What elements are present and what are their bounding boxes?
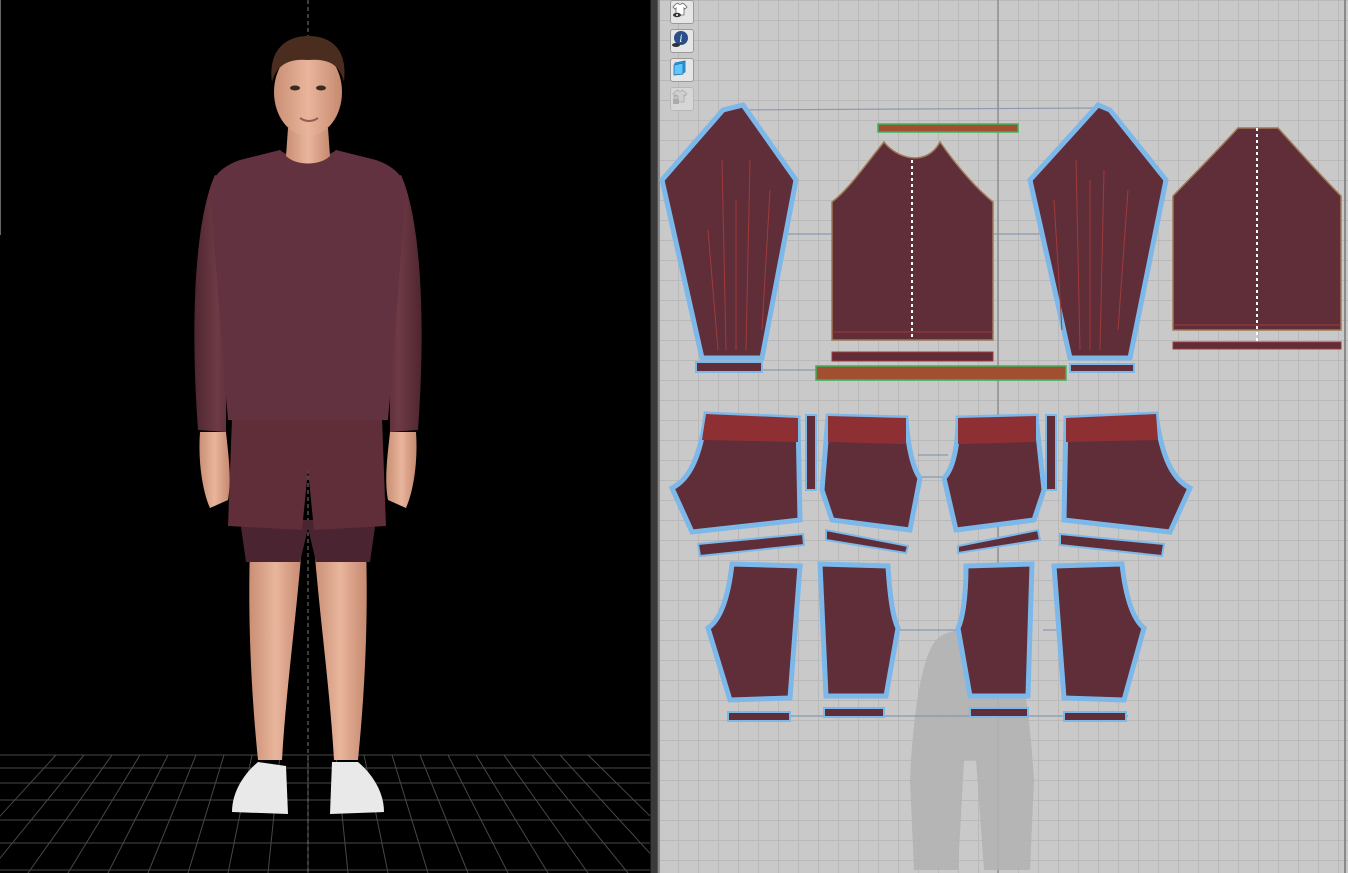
pattern-tights-back-left (817, 561, 901, 718)
shirt-eye-icon (672, 2, 688, 18)
fabric-icon (673, 60, 686, 76)
3d-viewport[interactable] (0, 0, 650, 873)
pattern-tights-front-left (705, 561, 803, 722)
show-fabric-button[interactable] (670, 58, 694, 82)
pattern-shorts-back-left (819, 413, 923, 555)
pattern-canvas (658, 0, 1346, 873)
avatar (194, 36, 422, 814)
pattern-tights-back-right (955, 561, 1035, 718)
pattern-shorts-back-right (941, 413, 1047, 555)
pattern-sleeve-left (659, 102, 799, 373)
pattern-front-body (815, 123, 1067, 381)
show-garment-button[interactable] (670, 0, 694, 24)
pattern-tights-front-right (1051, 561, 1147, 722)
pattern-sleeve-right (1027, 102, 1169, 373)
floor-grid (0, 754, 650, 873)
pattern-shorts-front-left (668, 411, 817, 558)
shirt-lock-icon (672, 89, 688, 104)
3d-scene (0, 0, 650, 873)
pattern-shorts-front-right (1045, 411, 1194, 558)
2d-pattern-viewport[interactable]: i (658, 0, 1348, 873)
show-info-button[interactable]: i (670, 29, 694, 53)
panel-splitter[interactable] (650, 0, 658, 873)
lock-garment-button[interactable] (670, 87, 694, 111)
info-icon: i (672, 31, 688, 47)
svg-text:i: i (679, 34, 682, 45)
pattern-back-body (1172, 127, 1342, 350)
